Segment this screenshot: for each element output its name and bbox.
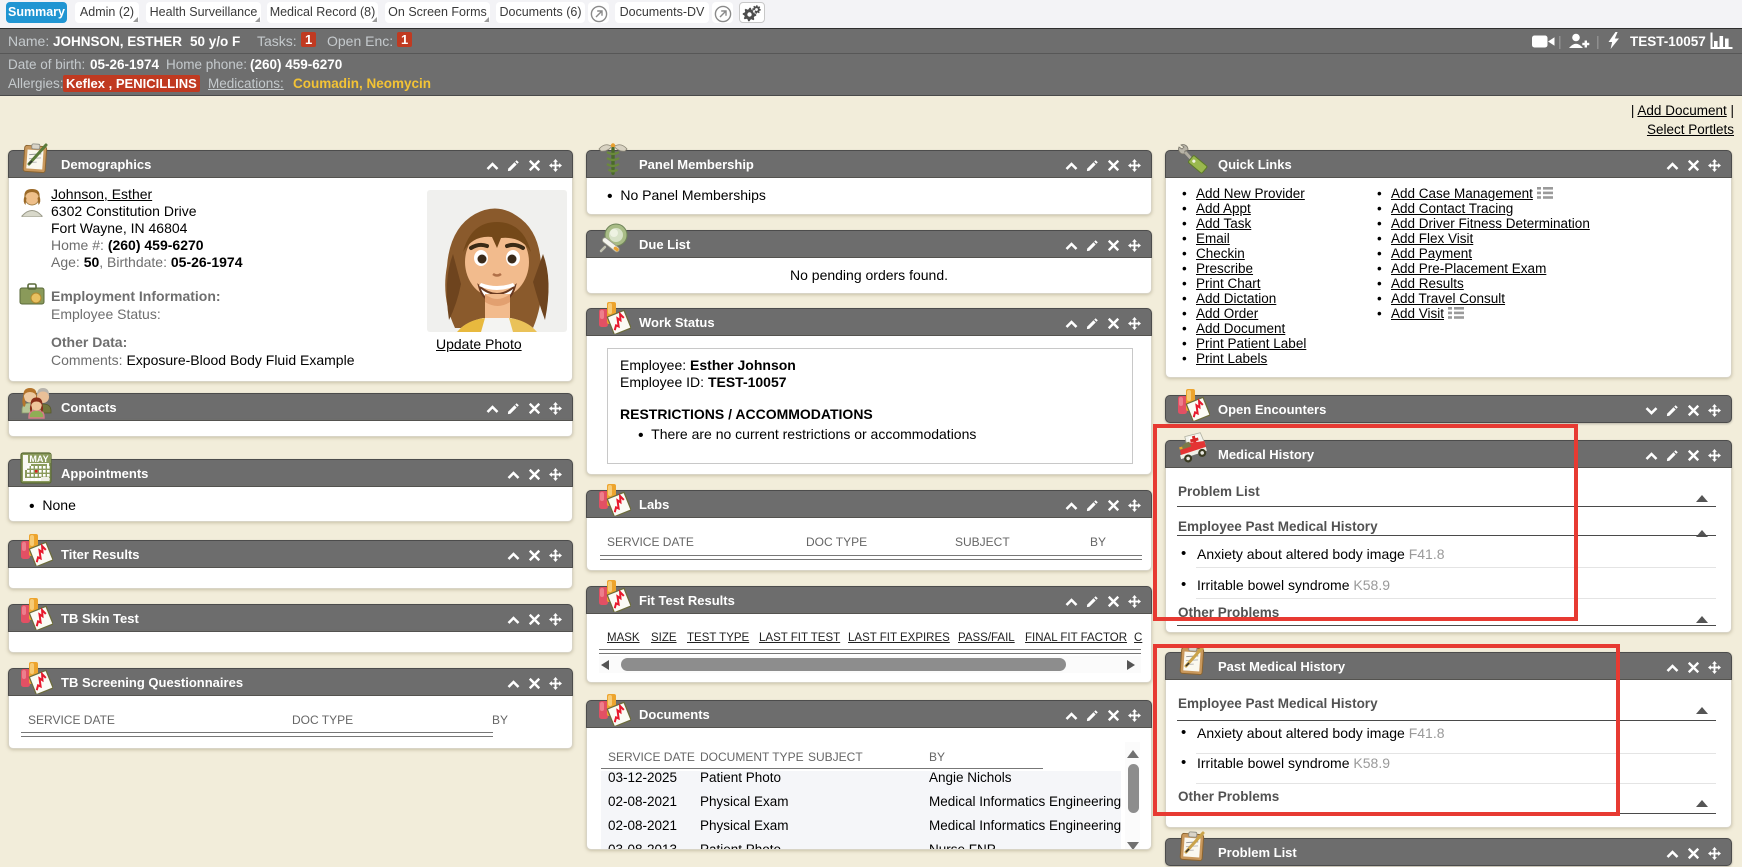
svg-text:MAY: MAY — [29, 454, 48, 464]
